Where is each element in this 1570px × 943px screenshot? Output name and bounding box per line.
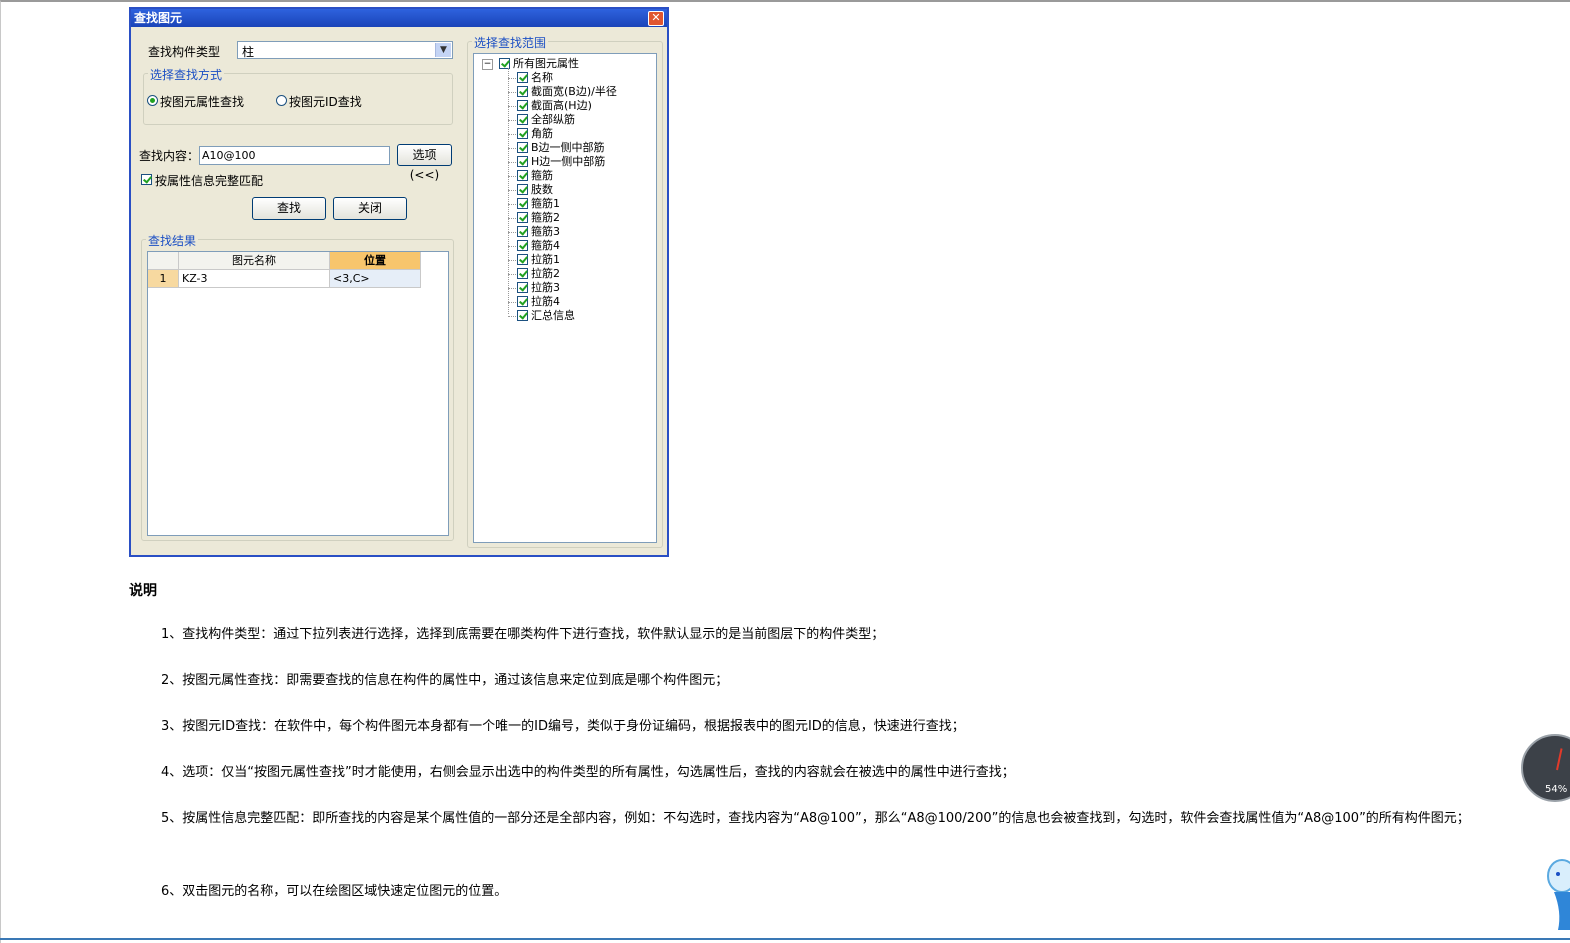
tree-item-label: 箍筋3 bbox=[531, 225, 560, 238]
mascot-icon[interactable] bbox=[1540, 852, 1570, 932]
tree-item-label: 拉筋3 bbox=[531, 281, 560, 294]
row-index[interactable]: 1 bbox=[148, 270, 179, 288]
doc-paragraph-4: 4、选项：仅当“按图元属性查找”时才能使用，右侧会显示出选中的构件类型的所有属性… bbox=[161, 765, 1015, 780]
close-icon[interactable]: ✕ bbox=[648, 11, 664, 26]
full-match-checkbox[interactable] bbox=[141, 174, 152, 185]
table-cell-position[interactable]: <3,C> bbox=[330, 270, 421, 288]
tree-item-checkbox[interactable] bbox=[517, 282, 528, 293]
tree-connector bbox=[508, 316, 516, 317]
collapse-icon[interactable]: − bbox=[482, 59, 493, 70]
tree-item-label: 拉筋1 bbox=[531, 253, 560, 266]
tree-item-label: B边一侧中部筋 bbox=[531, 141, 605, 154]
tree-connector bbox=[508, 106, 516, 107]
tree-connector bbox=[508, 148, 516, 149]
tree-connector bbox=[508, 68, 509, 314]
tree-item-checkbox[interactable] bbox=[517, 86, 528, 97]
doc-paragraph-6: 6、双击图元的名称，可以在绘图区域快速定位图元的位置。 bbox=[161, 884, 508, 899]
tree-item-checkbox[interactable] bbox=[517, 184, 528, 195]
tree-item-label: 箍筋1 bbox=[531, 197, 560, 210]
gauge-needle bbox=[1556, 748, 1563, 771]
tree-item-label: 截面宽(B边)/半径 bbox=[531, 85, 617, 98]
dialog-titlebar[interactable]: 查找图元 ✕ bbox=[131, 9, 667, 27]
doc-paragraph-5: 5、按属性信息完整匹配：即所查找的内容是某个属性值的一部分还是全部内容，例如：不… bbox=[161, 811, 1470, 826]
tree-item-label: 拉筋2 bbox=[531, 267, 560, 280]
tree-connector bbox=[508, 134, 516, 135]
tree-item-label: 拉筋4 bbox=[531, 295, 560, 308]
tree-item-label: 全部纵筋 bbox=[531, 113, 575, 126]
tree-item-label: 肢数 bbox=[531, 183, 553, 196]
tree-item-checkbox[interactable] bbox=[517, 142, 528, 153]
full-match-label: 按属性信息完整匹配 bbox=[155, 174, 264, 188]
footer-divider bbox=[0, 938, 1570, 940]
tree-item-label: 角筋 bbox=[531, 127, 553, 140]
tree-item-checkbox[interactable] bbox=[517, 198, 528, 209]
search-mode-group: 选择查找方式 按图元属性查找 按图元ID查找 bbox=[143, 66, 453, 125]
tree-item-label: 汇总信息 bbox=[531, 309, 575, 322]
tree-connector bbox=[508, 246, 516, 247]
close-button[interactable]: 关闭 bbox=[333, 197, 407, 220]
col-header-position[interactable]: 位置 bbox=[330, 252, 421, 270]
tree-connector bbox=[508, 274, 516, 275]
tree-connector bbox=[508, 190, 516, 191]
radio-id-search[interactable] bbox=[276, 95, 287, 106]
tree-connector bbox=[508, 176, 516, 177]
tree-item-label: 箍筋4 bbox=[531, 239, 560, 252]
tree-connector bbox=[508, 288, 516, 289]
tree-item-checkbox[interactable] bbox=[517, 156, 528, 167]
find-element-dialog: 查找图元 ✕ 查找构件类型 柱 ▼ 选择查找方式 按图元属性查找 按图元ID查找… bbox=[129, 7, 669, 557]
tree-connector bbox=[508, 204, 516, 205]
tree-item-checkbox[interactable] bbox=[517, 240, 528, 251]
tree-item-label: 箍筋 bbox=[531, 169, 553, 182]
gauge-percent: 54% bbox=[1545, 784, 1568, 795]
tree-item-label: 名称 bbox=[531, 71, 553, 84]
radio-attribute-label: 按图元属性查找 bbox=[160, 95, 245, 109]
scope-title: 选择查找范围 bbox=[472, 34, 549, 51]
tree-connector bbox=[508, 162, 516, 163]
tree-connector bbox=[508, 218, 516, 219]
tree-item-checkbox[interactable] bbox=[517, 254, 528, 265]
tree-item-checkbox[interactable] bbox=[517, 170, 528, 181]
chevron-down-icon[interactable]: ▼ bbox=[435, 43, 451, 57]
doc-paragraph-3: 3、按图元ID查找：在软件中，每个构件图元本身都有一个唯一的ID编号，类似于身份… bbox=[161, 719, 965, 734]
doc-heading: 说明 bbox=[129, 583, 157, 599]
dialog-title: 查找图元 bbox=[134, 11, 183, 25]
tree-item-checkbox[interactable] bbox=[517, 310, 528, 321]
col-header-name[interactable]: 图元名称 bbox=[179, 252, 330, 270]
tree-connector bbox=[508, 92, 516, 93]
results-grid[interactable]: 图元名称 位置 1 KZ-3 <3,C> bbox=[147, 251, 449, 536]
doc-paragraph-2: 2、按图元属性查找：即需要查找的信息在构件的属性中，通过该信息来定位到底是哪个构… bbox=[161, 673, 729, 688]
content-label: 查找内容： bbox=[139, 149, 200, 163]
tree-item-checkbox[interactable] bbox=[517, 212, 528, 223]
tree-connector bbox=[508, 232, 516, 233]
tree-item-checkbox[interactable] bbox=[517, 100, 528, 111]
tree-item-checkbox[interactable] bbox=[517, 72, 528, 83]
tree-item-checkbox[interactable] bbox=[517, 268, 528, 279]
corner-header bbox=[148, 252, 179, 270]
doc-paragraph-1: 1、查找构件类型：通过下拉列表进行选择，选择到底需要在哪类构件下进行查找，软件默… bbox=[161, 627, 885, 642]
tree-connector bbox=[508, 302, 516, 303]
tree-root-label: 所有图元属性 bbox=[513, 57, 579, 70]
scope-tree[interactable]: − 所有图元属性 名称 截面宽(B边)/半径 截面高(H边) 全部纵筋 角筋 B边一侧中部… bbox=[473, 53, 657, 543]
tree-item-label: 截面高(H边) bbox=[531, 99, 592, 112]
radio-attribute-search[interactable] bbox=[147, 95, 158, 106]
find-button[interactable]: 查找 bbox=[252, 197, 326, 220]
tree-item-checkbox[interactable] bbox=[517, 296, 528, 307]
radio-id-label: 按图元ID查找 bbox=[289, 95, 362, 109]
table-cell-name[interactable]: KZ-3 bbox=[179, 270, 330, 288]
component-type-dropdown[interactable]: 柱 ▼ bbox=[237, 41, 453, 59]
search-mode-title: 选择查找方式 bbox=[148, 66, 225, 83]
results-title: 查找结果 bbox=[146, 232, 199, 249]
options-button[interactable]: 选项(<<) bbox=[397, 144, 452, 182]
tree-connector bbox=[508, 260, 516, 261]
tree-item-label: H边一侧中部筋 bbox=[531, 155, 606, 168]
component-type-value: 柱 bbox=[242, 45, 255, 59]
tree-connector bbox=[508, 120, 516, 121]
content-input[interactable]: A10@100 bbox=[199, 146, 390, 165]
tree-item-label: 箍筋2 bbox=[531, 211, 560, 224]
tree-item-checkbox[interactable] bbox=[517, 226, 528, 237]
tree-item-checkbox[interactable] bbox=[517, 114, 528, 125]
tree-item-checkbox[interactable] bbox=[517, 128, 528, 139]
tree-connector bbox=[508, 78, 516, 79]
component-type-label: 查找构件类型 bbox=[148, 45, 221, 59]
